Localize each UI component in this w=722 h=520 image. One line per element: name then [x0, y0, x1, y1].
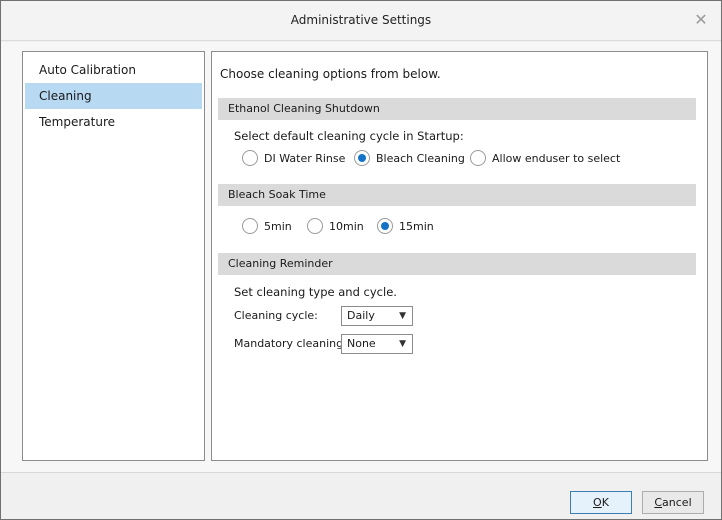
- startup-cycle-prompt: Select default cleaning cycle in Startup…: [234, 129, 464, 143]
- radio-label: 15min: [399, 219, 434, 233]
- radio-5min[interactable]: 5min: [242, 217, 292, 235]
- cancel-button[interactable]: Cancel: [642, 491, 704, 514]
- mandatory-cleaning-label: Mandatory cleaning:: [234, 337, 347, 350]
- radio-di-water-rinse[interactable]: DI Water Rinse: [242, 149, 345, 167]
- dialog-title: Administrative Settings: [290, 13, 432, 27]
- cleaning-cycle-value: Daily: [347, 309, 375, 322]
- ok-label-rest: K: [601, 496, 609, 509]
- radio-circle-icon: [307, 218, 323, 234]
- radio-circle-icon: [470, 150, 486, 166]
- radio-label: 5min: [264, 219, 292, 233]
- radio-label: 10min: [329, 219, 364, 233]
- radio-bleach-cleaning[interactable]: Bleach Cleaning: [354, 149, 465, 167]
- cancel-mnemonic: C: [654, 496, 663, 509]
- radio-label: DI Water Rinse: [264, 151, 346, 165]
- mandatory-cleaning-value: None: [347, 337, 376, 350]
- dialog-body: Auto Calibration Cleaning Temperature Ch…: [1, 42, 721, 472]
- radio-selected-icon: [354, 150, 370, 166]
- cleaning-cycle-label: Cleaning cycle:: [234, 309, 318, 322]
- radio-selected-icon: [377, 218, 393, 234]
- section-header-cleaning-reminder: Cleaning Reminder: [218, 253, 696, 275]
- radio-circle-icon: [242, 150, 258, 166]
- section-header-ethanol: Ethanol Cleaning Shutdown: [218, 98, 696, 120]
- radio-10min[interactable]: 10min: [307, 217, 364, 235]
- settings-sidebar: Auto Calibration Cleaning Temperature: [22, 51, 205, 461]
- radio-label: Allow enduser to select: [492, 151, 621, 165]
- admin-settings-dialog: Administrative Settings ✕ Auto Calibrati…: [0, 0, 722, 520]
- ok-button[interactable]: OK: [570, 491, 632, 514]
- sidebar-item-auto-calibration[interactable]: Auto Calibration: [25, 57, 202, 83]
- radio-15min[interactable]: 15min: [377, 217, 434, 235]
- startup-cycle-radio-group: DI Water Rinse Bleach Cleaning Allow end…: [234, 149, 694, 167]
- dropdown-arrow-icon: ▼: [399, 311, 406, 321]
- cancel-label-rest: ancel: [662, 496, 692, 509]
- mandatory-cleaning-select[interactable]: None ▼: [341, 334, 413, 354]
- reminder-prompt: Set cleaning type and cycle.: [234, 285, 397, 299]
- panel-intro-text: Choose cleaning options from below.: [220, 67, 441, 81]
- title-bar: Administrative Settings ✕: [1, 1, 721, 41]
- soak-time-radio-group: 5min 10min 15min: [234, 217, 534, 235]
- close-icon[interactable]: ✕: [691, 10, 711, 30]
- dialog-footer: OK Cancel: [1, 472, 721, 519]
- radio-circle-icon: [242, 218, 258, 234]
- radio-label: Bleach Cleaning: [376, 151, 465, 165]
- sidebar-item-temperature[interactable]: Temperature: [25, 109, 202, 135]
- radio-allow-enduser-select[interactable]: Allow enduser to select: [470, 149, 620, 167]
- cleaning-settings-panel: Choose cleaning options from below. Etha…: [211, 51, 708, 461]
- section-header-bleach-soak: Bleach Soak Time: [218, 184, 696, 206]
- ok-mnemonic: O: [593, 496, 602, 509]
- cleaning-cycle-select[interactable]: Daily ▼: [341, 306, 413, 326]
- dropdown-arrow-icon: ▼: [399, 339, 406, 349]
- sidebar-item-cleaning[interactable]: Cleaning: [25, 83, 202, 109]
